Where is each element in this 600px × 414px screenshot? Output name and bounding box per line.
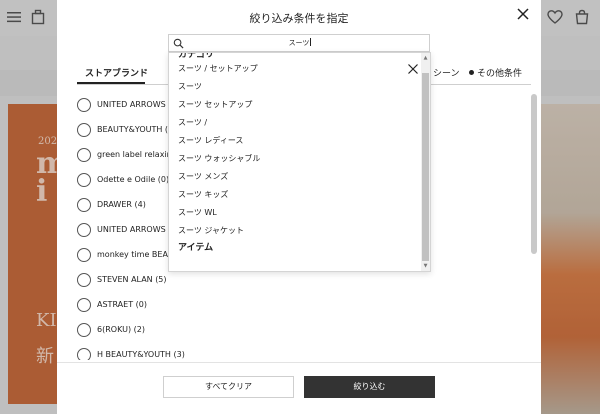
radio-button[interactable] <box>77 297 91 312</box>
suggestion-item[interactable]: スーツ WL <box>178 204 418 222</box>
brand-label: STEVEN ALAN (5) <box>97 275 167 284</box>
brand-label: 6(ROKU) (2) <box>97 325 145 334</box>
clear-all-button[interactable]: すべてクリア <box>163 376 294 398</box>
radio-button[interactable] <box>77 222 91 237</box>
search-text: スーツ <box>288 39 310 47</box>
modal-title: 絞り込み条件を指定 <box>249 12 349 25</box>
apply-filter-button[interactable]: 絞り込む <box>304 376 435 398</box>
scroll-up-icon[interactable]: ▲ <box>422 55 429 61</box>
suggestion-list: カテゴリ スーツ / セットアップ スーツ スーツ セットアップ スーツ / ス… <box>178 53 418 257</box>
search-value: スーツ <box>169 38 431 48</box>
brand-label: H BEAUTY&YOUTH (3) <box>97 350 185 359</box>
suggestion-item[interactable]: スーツ メンズ <box>178 168 418 186</box>
brand-label: DRAWER (4) <box>97 200 146 209</box>
close-icon[interactable] <box>515 6 531 22</box>
radio-button[interactable] <box>77 347 91 360</box>
radio-button[interactable] <box>77 272 91 287</box>
brand-option[interactable]: 6(ROKU) (2) <box>77 317 527 342</box>
bullet-icon <box>469 70 474 75</box>
suggestion-group-item: アイテム <box>178 243 214 253</box>
brand-label: monkey time BEAUT <box>97 250 179 259</box>
suggestion-group-category: カテゴリ <box>178 53 215 60</box>
suggestion-item[interactable]: スーツ ジャケット <box>178 222 418 240</box>
scroll-down-icon[interactable]: ▼ <box>422 263 429 269</box>
suggestion-item[interactable]: スーツ / セットアップ <box>178 60 418 78</box>
search-input[interactable]: スーツ <box>168 34 430 52</box>
suggestion-scrollbar[interactable]: ▲ ▼ <box>421 53 430 271</box>
clear-search-icon[interactable] <box>407 63 419 75</box>
tab-scene[interactable]: シーン <box>433 66 460 79</box>
brand-label: ASTRAET (0) <box>97 300 147 309</box>
brand-list-scrollbar[interactable] <box>531 94 537 360</box>
suggestion-item[interactable]: スーツ ウォッシャブル <box>178 150 418 168</box>
suggestion-item[interactable]: スーツ <box>178 78 418 96</box>
tab-label: シーン <box>433 69 460 79</box>
suggestion-item[interactable]: スーツ セットアップ <box>178 96 418 114</box>
radio-button[interactable] <box>77 247 91 262</box>
tab-label: ストアブランド <box>85 69 149 79</box>
radio-button[interactable] <box>77 172 91 187</box>
radio-button[interactable] <box>77 97 91 112</box>
suggestion-item[interactable]: スーツ レディース <box>178 132 418 150</box>
brand-option[interactable]: H BEAUTY&YOUTH (3) <box>77 342 527 360</box>
radio-button[interactable] <box>77 322 91 337</box>
radio-button[interactable] <box>77 197 91 212</box>
footer-divider <box>57 362 541 363</box>
brand-label: UNITED ARROWS & <box>97 225 175 234</box>
radio-button[interactable] <box>77 147 91 162</box>
suggestion-item[interactable]: スーツ / <box>178 114 418 132</box>
brand-label: Odette e Odile (0) <box>97 175 170 184</box>
text-cursor <box>310 38 312 46</box>
suggestion-dropdown: カテゴリ スーツ / セットアップ スーツ スーツ セットアップ スーツ / ス… <box>168 52 431 272</box>
brand-option[interactable]: ASTRAET (0) <box>77 292 527 317</box>
brand-label: UNITED ARROWS ( <box>97 100 172 109</box>
suggestion-item[interactable]: スーツ キッズ <box>178 186 418 204</box>
radio-button[interactable] <box>77 122 91 137</box>
scrollbar-thumb[interactable] <box>422 73 429 261</box>
scrollbar-thumb[interactable] <box>531 94 537 254</box>
brand-label: BEAUTY&YOUTH ( <box>97 125 169 134</box>
tab-other-conditions[interactable]: その他条件 <box>469 66 522 79</box>
tab-store-brand[interactable]: ストアブランド <box>85 66 148 79</box>
tab-label: その他条件 <box>477 69 523 79</box>
